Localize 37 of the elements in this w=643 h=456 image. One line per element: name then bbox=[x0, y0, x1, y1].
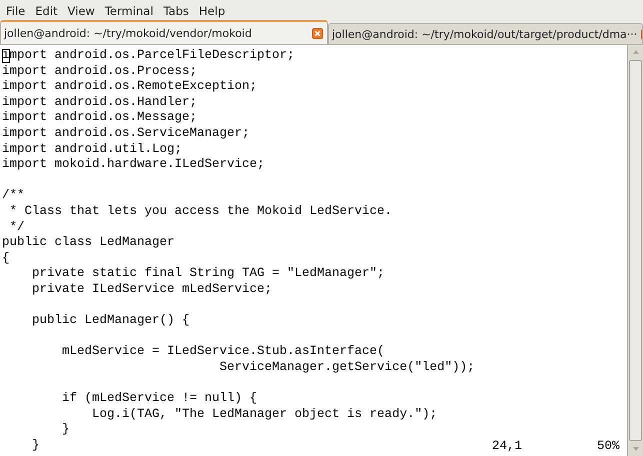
code-line: } bbox=[31, 438, 40, 452]
tab-label: jollen@android: ~/try/mokoid/out/target/product/dma··· bbox=[332, 28, 638, 40]
menu-item[interactable]: Edit bbox=[30, 4, 63, 18]
code-line: private static final String TAG = "LedManager"; bbox=[31, 266, 385, 280]
menu-item[interactable]: Tabs bbox=[158, 4, 194, 18]
menu-item[interactable]: File bbox=[1, 4, 30, 18]
code-line: import android.os.ServiceManager; bbox=[2, 126, 250, 140]
code-line: */ bbox=[8, 220, 25, 234]
tab-label: jollen@android: ~/try/mokoid/vendor/mokoid bbox=[4, 26, 252, 40]
code-line: } bbox=[61, 422, 70, 436]
scroll-percent: 50% bbox=[597, 439, 620, 455]
code-line: import android.util.Log; bbox=[2, 142, 182, 156]
code-line: /** bbox=[2, 188, 25, 202]
terminal-tab[interactable]: jollen@android: ~/try/mokoid/vendor/mokoid bbox=[0, 20, 328, 44]
code-line: { bbox=[2, 250, 10, 265]
code-line: import android.os.Message; bbox=[2, 110, 198, 124]
code-line: mLedService = ILedService.Stub.asInterface( bbox=[61, 344, 385, 358]
code-line: import android.os.RemoteException; bbox=[2, 79, 258, 94]
cursor-position: 24,1 bbox=[492, 439, 522, 455]
close-icon[interactable] bbox=[312, 28, 323, 38]
code-line: Log.i(TAG, "The LedManager object is ready."); bbox=[91, 406, 438, 421]
code-line: ServiceManager.getService("led")); bbox=[218, 360, 475, 374]
menu-item[interactable]: View bbox=[62, 4, 100, 18]
menu-item[interactable]: Help bbox=[194, 4, 230, 18]
code-line: import android.os.Handler; bbox=[2, 94, 198, 109]
scroll-thumb[interactable] bbox=[629, 60, 642, 441]
code-line: * Class that lets you access the Mokoid LedService. bbox=[8, 204, 392, 218]
scrollbar[interactable] bbox=[627, 45, 643, 456]
code-line: if (mLedService != null) { bbox=[61, 391, 258, 406]
code-line: private ILedService mLedService; bbox=[31, 282, 272, 296]
code-line: public class LedManager bbox=[2, 235, 175, 250]
menu-item[interactable]: Terminal bbox=[100, 4, 158, 18]
terminal-area[interactable] bbox=[0, 45, 627, 456]
code-line: import android.os.Process; bbox=[2, 64, 198, 78]
code-line: import mokoid.hardware.ILedService; bbox=[2, 157, 265, 172]
terminal-tab[interactable]: jollen@android: ~/try/mokoid/out/target/product/dma··· bbox=[328, 23, 643, 44]
code-line: public LedManager() { bbox=[31, 313, 190, 328]
